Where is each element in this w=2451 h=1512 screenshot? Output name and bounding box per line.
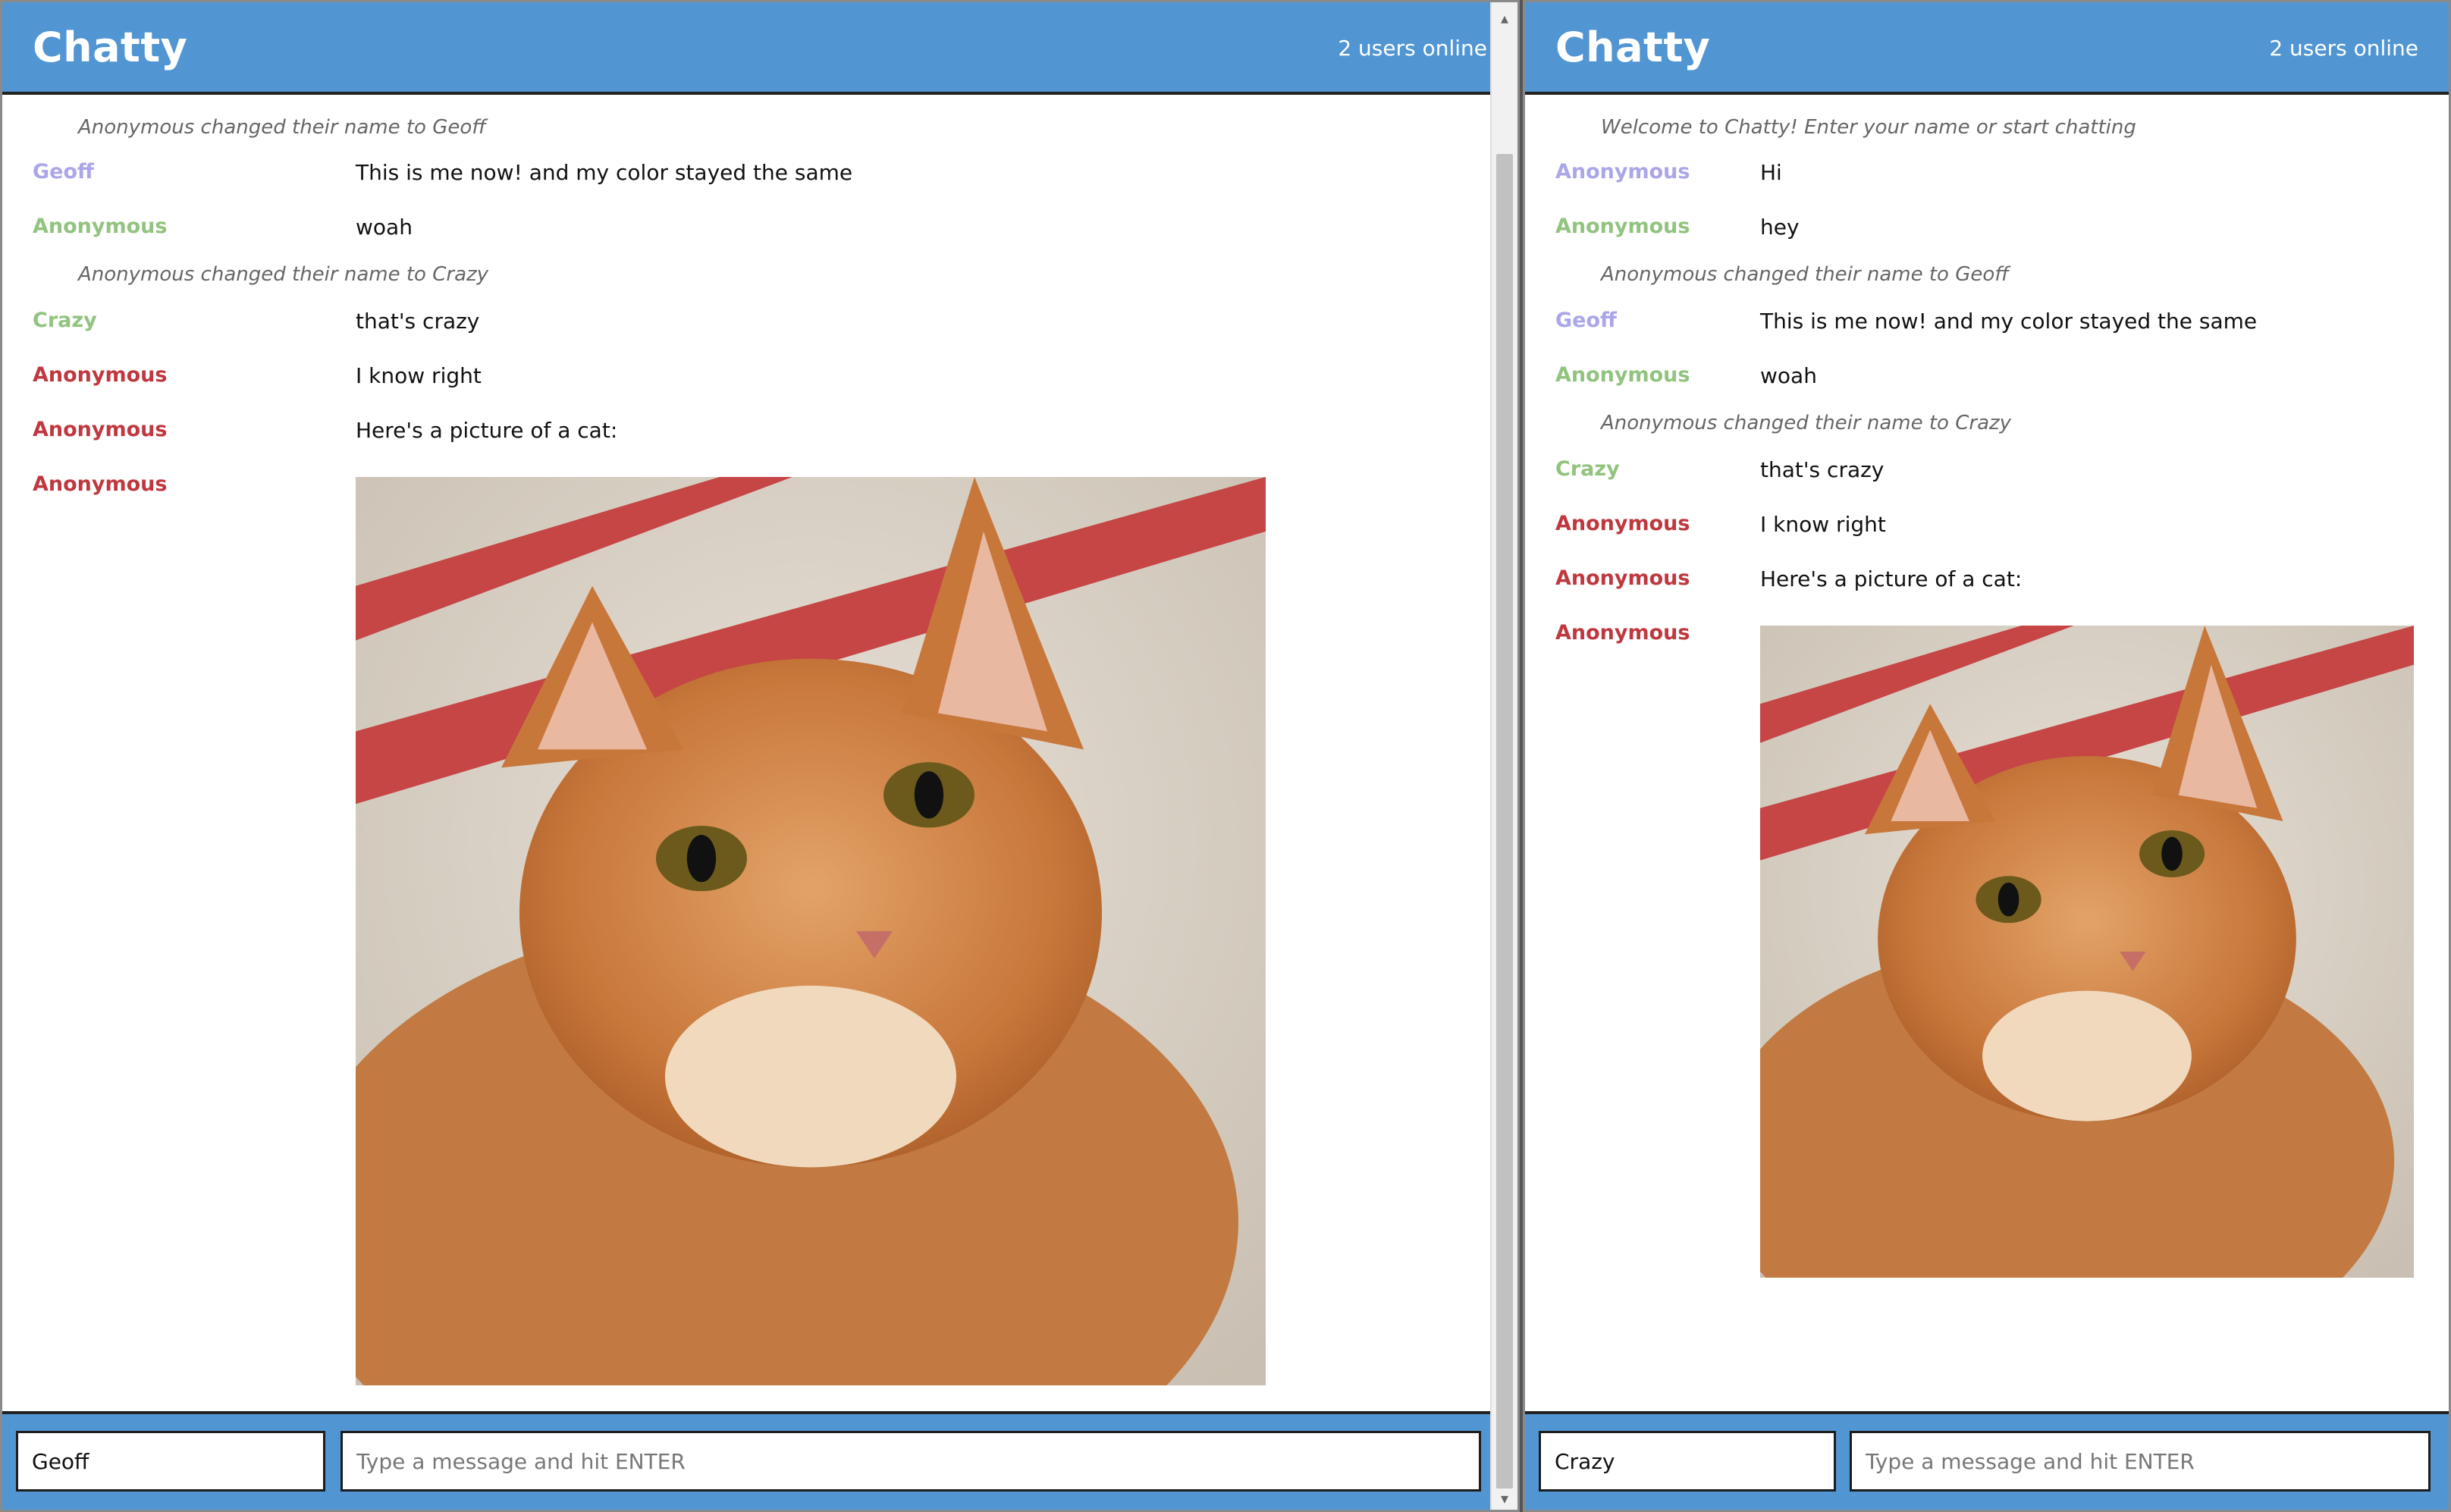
chat-window-right: Chatty 2 users online Welcome to Chatty!… <box>1523 0 2451 1512</box>
message-row: Geoff This is me now! and my color staye… <box>2 160 1517 190</box>
message-username: Anonymous <box>1555 566 1690 590</box>
message-row: Geoff This is me now! and my color staye… <box>1525 309 2449 339</box>
message-username: Anonymous <box>33 472 168 496</box>
scrollbar-thumb[interactable] <box>1496 154 1513 1488</box>
system-message: Anonymous changed their name to Geoff <box>78 116 487 139</box>
chat-header: Chatty 2 users online <box>1525 2 2449 95</box>
message-text: Hi <box>1760 160 1782 185</box>
users-online-count: 2 users online <box>2269 36 2418 61</box>
message-row: Anonymous hey <box>1525 215 2449 245</box>
cat-photo <box>1760 626 2414 1278</box>
chat-window-left: Chatty 2 users online Anonymous changed … <box>0 0 1520 1512</box>
message-text: that's crazy <box>1760 457 1885 482</box>
username-input[interactable] <box>16 1431 325 1492</box>
message-text: woah <box>1760 363 1817 388</box>
message-row: Crazy that's crazy <box>1525 457 2449 488</box>
message-text: This is me now! and my color stayed the … <box>356 160 853 185</box>
system-message: Anonymous changed their name to Crazy <box>1601 412 2012 434</box>
system-message: Anonymous changed their name to Crazy <box>78 263 489 286</box>
chat-header: Chatty 2 users online <box>2 2 1517 95</box>
message-row: Anonymous Here's a picture of a cat: <box>1525 566 2449 597</box>
message-text: hey <box>1760 215 1800 240</box>
message-username: Anonymous <box>1555 363 1690 387</box>
app-title: Chatty <box>33 24 188 71</box>
message-row: Anonymous Hi <box>1525 160 2449 190</box>
app-title: Chatty <box>1555 24 1711 71</box>
message-row: Crazy that's crazy <box>2 309 1517 339</box>
message-text: This is me now! and my color stayed the … <box>1760 309 2258 334</box>
message-input[interactable] <box>341 1431 1481 1492</box>
message-username: Crazy <box>33 309 97 332</box>
message-row: Anonymous I know right <box>1525 512 2449 542</box>
scroll-down-icon[interactable]: ▾ <box>1492 1485 1517 1510</box>
message-row: Anonymous woah <box>1525 363 2449 394</box>
message-username: Anonymous <box>1555 621 1690 645</box>
message-username: Anonymous <box>33 215 168 238</box>
message-text: I know right <box>356 363 482 388</box>
message-username: Geoff <box>33 160 94 184</box>
message-input[interactable] <box>1850 1431 2431 1492</box>
message-username: Anonymous <box>1555 215 1690 238</box>
message-username: Anonymous <box>33 418 168 441</box>
scrollbar[interactable]: ▴ ▾ <box>1490 2 1517 1510</box>
users-online-count: 2 users online <box>1338 36 1487 61</box>
message-row: Anonymous I know right <box>2 363 1517 394</box>
message-username: Anonymous <box>33 363 168 387</box>
message-row: Anonymous woah <box>2 215 1517 245</box>
message-row: Anonymous Here's a picture of a cat: <box>2 418 1517 448</box>
system-message: Anonymous changed their name to Geoff <box>1601 263 2010 286</box>
message-text: woah <box>356 215 413 240</box>
message-list[interactable]: Anonymous changed their name to Geoff Ge… <box>2 98 1517 1411</box>
username-input[interactable] <box>1539 1431 1836 1492</box>
composer-bar <box>2 1411 1517 1510</box>
composer-bar <box>1525 1411 2449 1510</box>
message-username: Geoff <box>1555 309 1617 332</box>
message-username: Anonymous <box>1555 160 1690 184</box>
message-username: Anonymous <box>1555 512 1690 535</box>
system-message: Welcome to Chatty! Enter your name or st… <box>1601 116 2136 139</box>
message-text: I know right <box>1760 512 1886 537</box>
message-text: Here's a picture of a cat: <box>356 418 618 443</box>
message-username: Crazy <box>1555 457 1620 481</box>
scroll-up-icon[interactable]: ▴ <box>1492 5 1517 31</box>
message-text: Here's a picture of a cat: <box>1760 566 2023 591</box>
message-text: that's crazy <box>356 309 480 334</box>
message-list[interactable]: Welcome to Chatty! Enter your name or st… <box>1525 98 2449 1411</box>
cat-photo <box>356 477 1266 1385</box>
